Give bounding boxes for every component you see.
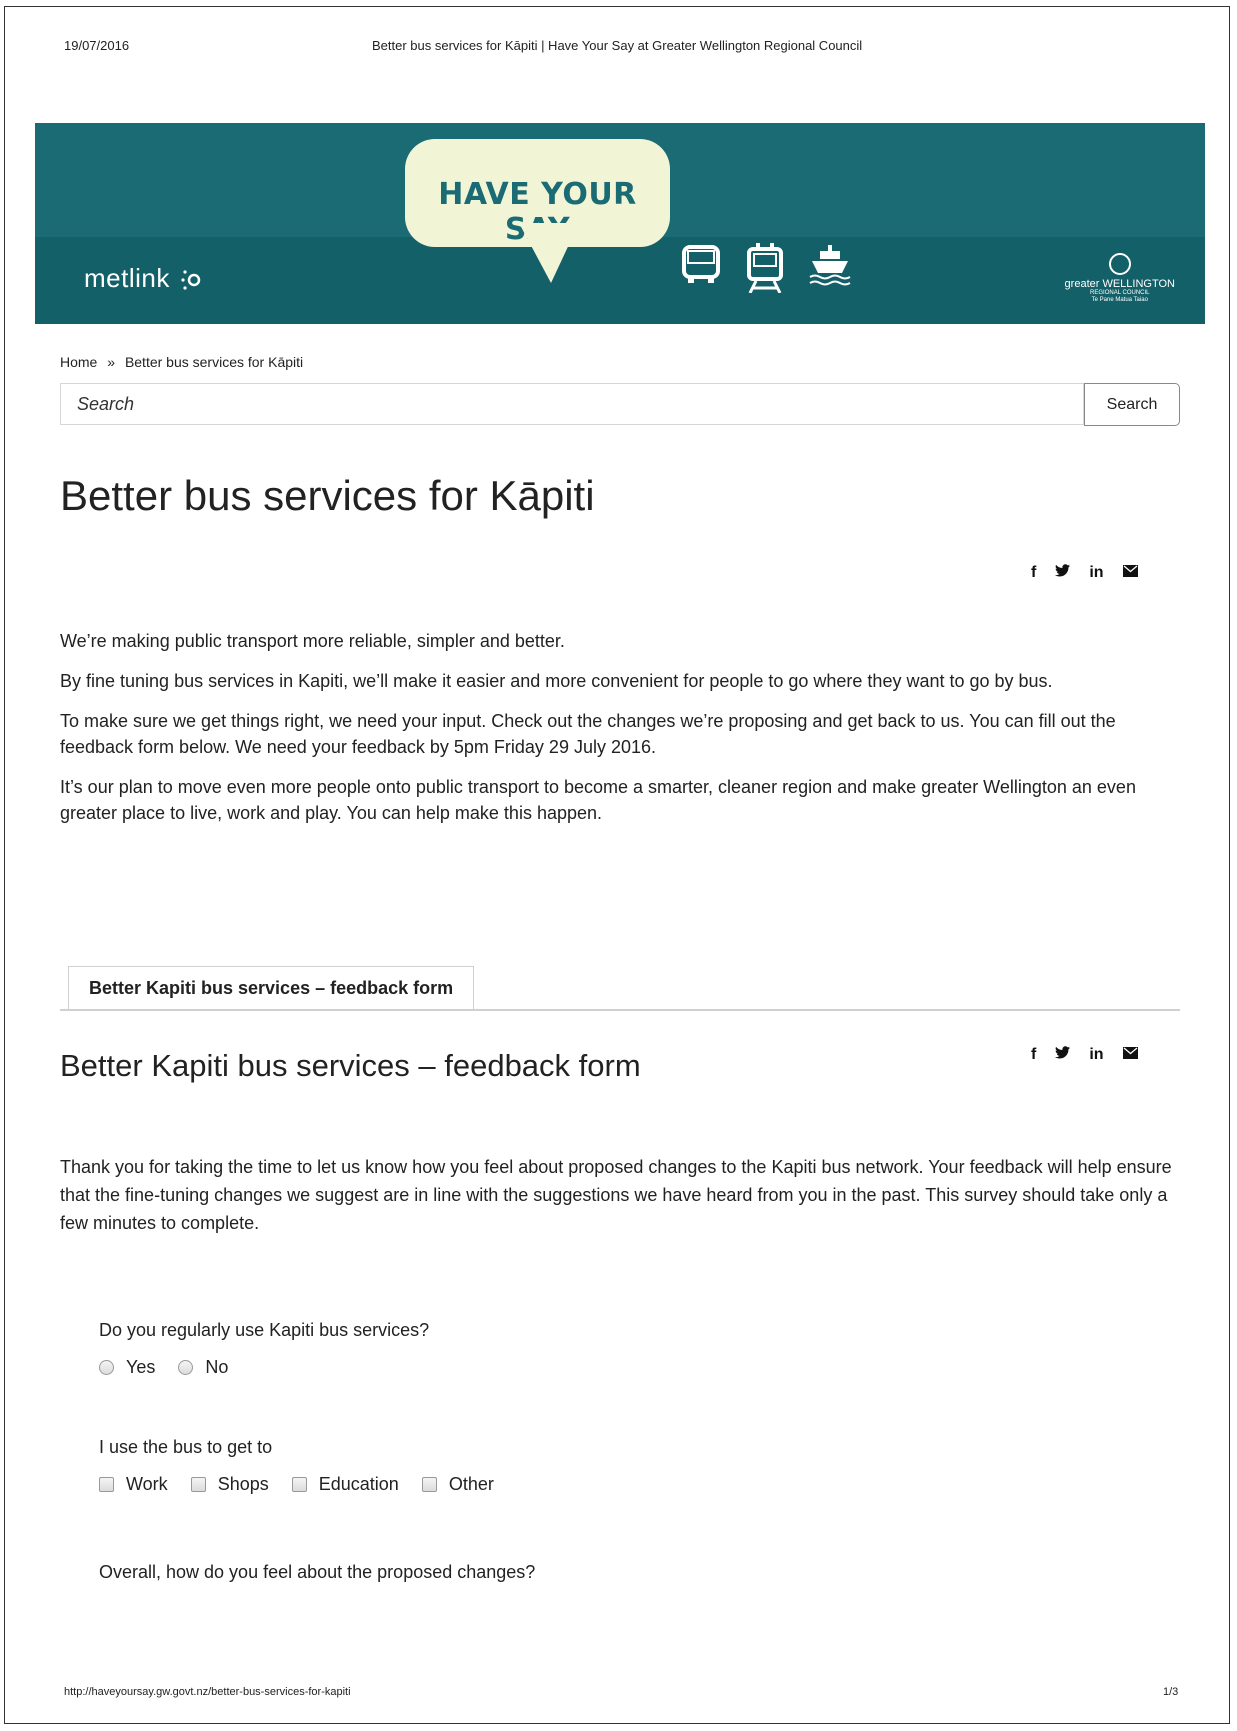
print-title: Better bus services for Kāpiti | Have Yo… <box>372 38 863 53</box>
transport-icons <box>680 243 852 293</box>
linkedin-icon[interactable]: in <box>1089 564 1103 582</box>
facebook-icon[interactable]: f <box>1031 1046 1036 1064</box>
search-bar: Search <box>60 383 1180 426</box>
banner-bottom-band <box>35 237 1205 324</box>
print-url: http://haveyoursay.gw.govt.nz/better-bus… <box>64 1686 351 1698</box>
metlink-logo[interactable]: metlink <box>84 263 204 294</box>
intro-paragraph: We’re making public transport more relia… <box>60 631 565 651</box>
radio-option-yes[interactable]: Yes <box>99 1357 155 1378</box>
question-bus-purpose: I use the bus to get to <box>99 1437 273 1457</box>
tab-feedback-form[interactable]: Better Kapiti bus services – feedback fo… <box>68 966 475 1009</box>
email-icon[interactable] <box>1122 1046 1138 1064</box>
print-date: 19/07/2016 <box>64 38 130 53</box>
checkbox-option-other[interactable]: Other <box>421 1474 494 1495</box>
breadcrumb: Home » Better bus services for Kāpiti <box>60 354 303 370</box>
tab-bar: Better Kapiti bus services – feedback fo… <box>60 966 1180 1011</box>
page-intro: We’re making public transport more relia… <box>60 628 1190 840</box>
checkbox-option-work[interactable]: Work <box>99 1474 168 1495</box>
checkbox-other[interactable] <box>421 1477 437 1492</box>
radio-label: Yes <box>126 1357 156 1377</box>
ferry-icon <box>809 245 851 286</box>
email-icon[interactable] <box>1122 564 1138 582</box>
checkbox-label: Work <box>126 1474 168 1494</box>
checkbox-education[interactable] <box>291 1477 307 1492</box>
form-title: Better Kapiti bus services – feedback fo… <box>60 1048 641 1083</box>
page-title: Better bus services for Kāpiti <box>60 472 595 519</box>
search-button[interactable]: Search <box>1084 383 1180 426</box>
form-intro: Thank you for taking the time to let us … <box>60 1157 1172 1233</box>
greater-wellington-mark-icon <box>1108 253 1131 275</box>
intro-paragraph: It’s our plan to move even more people o… <box>60 777 1136 823</box>
radio-no[interactable] <box>178 1360 194 1375</box>
checkbox-label: Education <box>318 1474 399 1494</box>
checkbox-work[interactable] <box>99 1477 114 1492</box>
search-input[interactable] <box>60 383 1084 425</box>
breadcrumb-separator: » <box>107 354 116 370</box>
intro-paragraph: By fine tuning bus services in Kapiti, w… <box>60 671 1053 691</box>
bus-icon <box>682 245 720 283</box>
print-page-number: 1/3 <box>1163 1686 1179 1698</box>
metlink-logo-text: metlink <box>84 263 170 293</box>
radio-yes[interactable] <box>99 1360 114 1375</box>
twitter-icon[interactable] <box>1055 1046 1071 1064</box>
site-banner: HAVE YOUR SAY metlink greater WELLINGTON… <box>35 123 1205 324</box>
checkbox-shops[interactable] <box>190 1477 206 1492</box>
facebook-icon[interactable]: f <box>1031 564 1036 582</box>
train-icon <box>747 243 783 293</box>
share-links-top: f in <box>1031 564 1138 582</box>
breadcrumb-home-link[interactable]: Home <box>60 354 97 370</box>
radio-option-no[interactable]: No <box>178 1357 228 1378</box>
share-links-form: f in <box>1031 1046 1138 1064</box>
intro-paragraph: To make sure we get things right, we nee… <box>60 711 1116 757</box>
radio-label: No <box>205 1357 229 1377</box>
greater-wellington-logo[interactable]: greater WELLINGTON REGIONAL COUNCIL Te P… <box>1065 253 1175 303</box>
metlink-dots-icon <box>180 270 200 290</box>
checkbox-label: Other <box>448 1474 494 1494</box>
question-overall-feeling: Overall, how do you feel about the propo… <box>99 1562 536 1582</box>
breadcrumb-current: Better bus services for Kāpiti <box>124 354 304 370</box>
question-regular-use: Do you regularly use Kapiti bus services… <box>99 1320 430 1340</box>
regular-use-options: Yes No <box>99 1357 246 1380</box>
checkbox-label: Shops <box>217 1474 269 1494</box>
checkbox-option-shops[interactable]: Shops <box>190 1474 269 1495</box>
gw-logo-line2: REGIONAL COUNCIL <box>1090 290 1150 297</box>
bus-purpose-options: Work Shops Education Other <box>99 1474 512 1497</box>
checkbox-option-education[interactable]: Education <box>291 1474 399 1495</box>
linkedin-icon[interactable]: in <box>1089 1046 1103 1064</box>
twitter-icon[interactable] <box>1055 564 1071 582</box>
gw-logo-line1: greater WELLINGTON <box>1064 278 1175 290</box>
gw-logo-line3: Te Pane Matua Taiao <box>1091 296 1148 303</box>
